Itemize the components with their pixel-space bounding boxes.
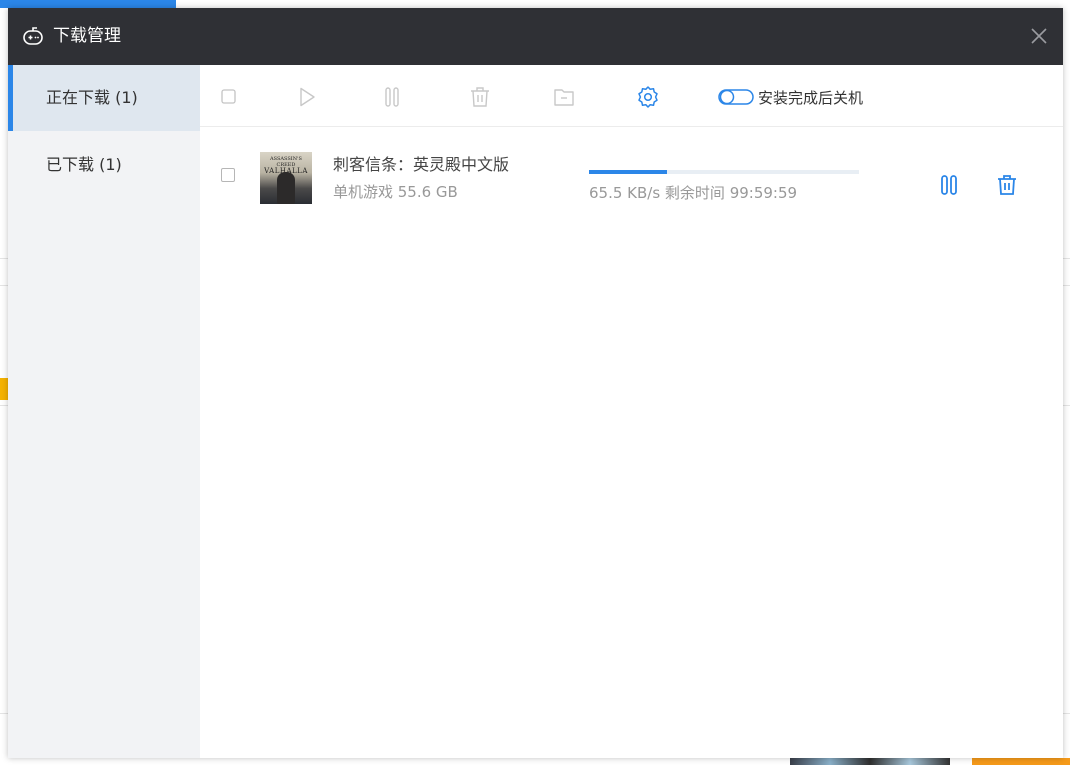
sidebar-item-downloading[interactable]: 正在下载 (1) <box>8 65 200 131</box>
pause-icon[interactable] <box>937 173 961 197</box>
settings-icon[interactable] <box>636 85 660 109</box>
progress-bar <box>589 170 859 174</box>
folder-icon[interactable] <box>552 85 576 109</box>
background-button <box>972 758 1070 765</box>
download-manager-dialog: 下载管理 正在下载 (1) 已下载 (1) 安装完成后关机 ASSASSIN'S… <box>8 8 1063 758</box>
download-status: 65.5 KB/s 剩余时间 99:59:59 <box>589 184 798 202</box>
close-icon[interactable] <box>1027 24 1051 48</box>
game-title: 刺客信条：英灵殿中文版 <box>333 155 510 174</box>
progress-fill <box>589 170 668 174</box>
background-app-header <box>0 0 176 8</box>
game-meta: 单机游戏 55.6 GB <box>333 183 458 201</box>
background-badge <box>0 378 8 400</box>
window-title: 下载管理 <box>53 26 121 46</box>
row-checkbox[interactable] <box>221 168 235 182</box>
play-icon[interactable] <box>295 85 319 109</box>
titlebar: 下载管理 <box>8 8 1063 65</box>
delete-icon[interactable] <box>995 173 1019 197</box>
shutdown-toggle[interactable]: 安装完成后关机 <box>718 85 863 109</box>
download-row: ASSASSIN'S CREED VALHALLA 刺客信条：英灵殿中文版 单机… <box>200 128 1063 208</box>
background-app-footer <box>0 758 1070 765</box>
toggle-switch-icon <box>718 89 754 105</box>
cover-figure <box>277 172 295 204</box>
delete-icon[interactable] <box>468 85 492 109</box>
sidebar-item-downloaded[interactable]: 已下载 (1) <box>8 139 200 205</box>
game-cover: ASSASSIN'S CREED VALHALLA <box>260 152 312 204</box>
pause-icon[interactable] <box>380 85 404 109</box>
gamepad-icon <box>23 27 43 45</box>
shutdown-toggle-label: 安装完成后关机 <box>758 88 864 107</box>
background-thumbnail <box>790 758 950 765</box>
select-all-checkbox[interactable] <box>217 85 241 109</box>
sidebar: 正在下载 (1) 已下载 (1) <box>8 65 200 758</box>
toolbar: 安装完成后关机 <box>200 65 1063 127</box>
